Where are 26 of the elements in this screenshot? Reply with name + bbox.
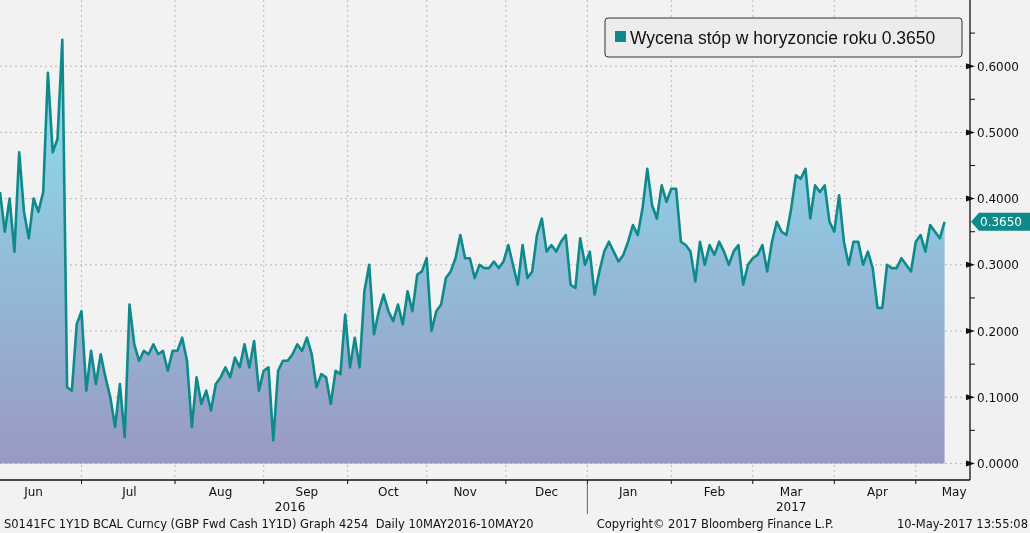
y-tick-label: 0.6000 bbox=[977, 59, 1019, 74]
copyright-text: Copyright© 2017 Bloomberg Finance L.P. bbox=[596, 517, 834, 531]
x-tick-label: Oct bbox=[378, 485, 399, 499]
x-tick-label: May bbox=[941, 485, 967, 499]
legend-label: Wycena stóp w horyzoncie roku 0.3650 bbox=[630, 28, 936, 48]
x-tick-label: Dec bbox=[535, 485, 559, 499]
x-tick-label: Sep bbox=[295, 485, 319, 499]
x-tick-label: Nov bbox=[453, 485, 477, 499]
year-label: 2017 bbox=[775, 500, 807, 514]
x-tick-label: Jul bbox=[122, 485, 137, 499]
timestamp: 10-May-2017 13:55:08 bbox=[896, 517, 1028, 531]
value-tag: 0.3650 bbox=[971, 212, 1030, 231]
security-info: S0141FC 1Y1D BCAL Curncy (GBP Fwd Cash 1Y1D) Graph 4254 Daily 10MAY2016-10MAY20 bbox=[4, 517, 534, 531]
x-tick-label: Aug bbox=[208, 485, 233, 499]
y-tick-label: 0.0000 bbox=[977, 456, 1019, 471]
y-tick-label: 0.5000 bbox=[977, 125, 1019, 140]
y-tick-label: 0.3000 bbox=[977, 258, 1019, 273]
x-tick-label: Feb bbox=[703, 485, 726, 499]
x-tick-label: Jan bbox=[618, 485, 638, 499]
x-tick-label: Apr bbox=[867, 485, 888, 499]
y-tick-label: 0.2000 bbox=[977, 324, 1019, 339]
y-tick-label: 0.1000 bbox=[977, 390, 1019, 405]
year-label: 2016 bbox=[274, 500, 306, 514]
x-tick-label: Jun bbox=[24, 485, 43, 499]
x-tick-label: Mar bbox=[779, 485, 803, 499]
y-tick-label: 0.4000 bbox=[977, 192, 1019, 207]
